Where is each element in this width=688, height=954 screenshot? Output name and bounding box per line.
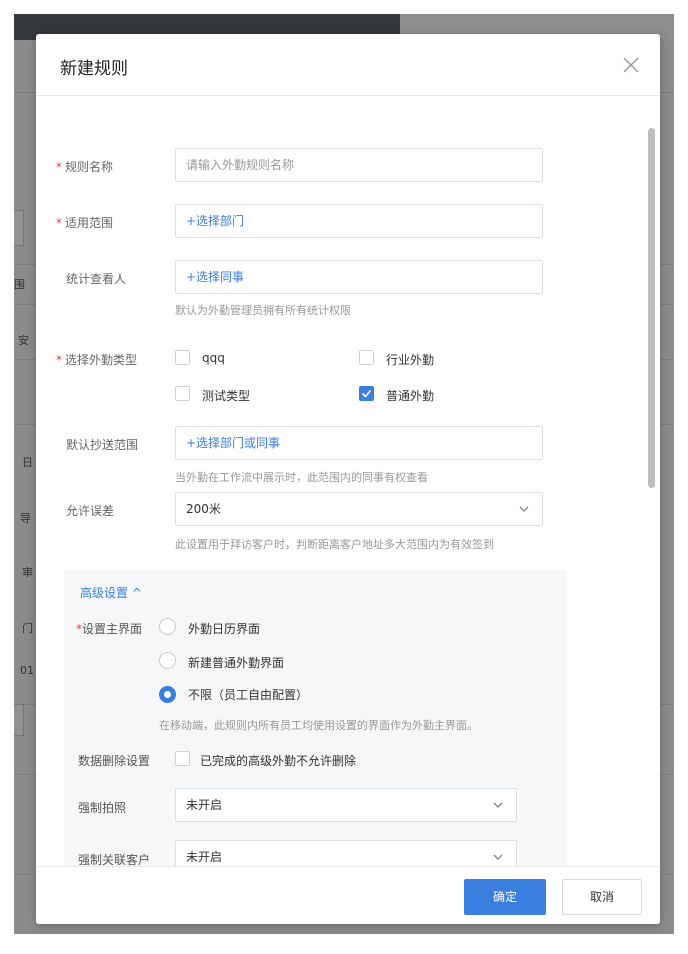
cc-selector[interactable]: +选择部门或同事 xyxy=(175,426,543,460)
tolerance-value: 200米 xyxy=(186,502,221,516)
main-ui-hint: 在移动端，此规则内所有员工均使用设置的界面作为外勤主界面。 xyxy=(159,719,478,732)
customer-select[interactable]: 未开启 xyxy=(175,840,517,866)
dialog-title: 新建规则 xyxy=(60,59,128,79)
type-label-test: 测试类型 xyxy=(202,389,251,403)
main-ui-radio-unlimited[interactable] xyxy=(159,686,176,703)
viewer-label: 统计查看人 xyxy=(66,272,127,286)
main-ui-option-new: 新建普通外勤界面 xyxy=(188,656,285,670)
scrollbar-thumb[interactable] xyxy=(648,128,655,488)
photo-label: 强制拍照 xyxy=(78,801,127,815)
check-icon xyxy=(361,389,372,398)
photo-select[interactable]: 未开启 xyxy=(175,788,517,822)
required-mark: * xyxy=(56,160,62,174)
viewer-selector[interactable]: +选择同事 xyxy=(175,260,543,294)
dialog-footer: 确定 取消 xyxy=(36,866,660,924)
cc-hint: 当外勤在工作流中展示时，此范围内的同事有权查看 xyxy=(175,471,428,484)
type-label-industry: 行业外勤 xyxy=(386,353,435,367)
new-rule-dialog: 新建规则 * 规则名称 请输入外勤规则名称 * 适用范围 +选择部门 统计查看人 +… xyxy=(36,34,660,924)
rule-name-label: * 规则名称 xyxy=(56,160,114,174)
tolerance-label: 允许误差 xyxy=(66,504,115,518)
type-label-normal: 普通外勤 xyxy=(386,389,435,403)
dialog-body: * 规则名称 请输入外勤规则名称 * 适用范围 +选择部门 统计查看人 +选择同事 … xyxy=(36,96,660,866)
dialog-scrollbar[interactable] xyxy=(648,96,658,866)
required-mark: * xyxy=(56,216,62,230)
type-checkbox-normal[interactable] xyxy=(359,386,374,401)
tolerance-hint: 此设置用于拜访客户时，判断距离客户地址多大范围内为有效签到 xyxy=(175,538,494,551)
type-checkbox-test[interactable] xyxy=(175,386,190,401)
cc-label: 默认抄送范围 xyxy=(66,438,139,452)
main-ui-option-calendar: 外勤日历界面 xyxy=(188,622,261,636)
main-ui-radio-calendar[interactable] xyxy=(159,618,176,635)
rule-name-input[interactable]: 请输入外勤规则名称 xyxy=(175,148,543,182)
dialog-header: 新建规则 xyxy=(36,34,660,96)
scope-selector[interactable]: +选择部门 xyxy=(175,204,543,238)
cancel-button[interactable]: 取消 xyxy=(562,879,642,915)
scope-label: * 适用范围 xyxy=(56,216,114,230)
customer-label: 强制关联客户 xyxy=(78,853,151,866)
type-checkbox-industry[interactable] xyxy=(359,350,374,365)
chevron-down-icon xyxy=(493,854,503,860)
customer-value: 未开启 xyxy=(186,850,223,864)
close-icon[interactable] xyxy=(620,54,642,76)
main-ui-label: *设置主界面 xyxy=(76,622,143,636)
delete-setting-label: 数据删除设置 xyxy=(78,754,151,768)
delete-checkbox-label: 已完成的高级外勤不允许删除 xyxy=(200,754,357,768)
main-ui-option-unlimited: 不限（员工自由配置） xyxy=(188,688,309,702)
required-mark: * xyxy=(56,353,62,367)
delete-checkbox[interactable] xyxy=(175,751,190,766)
type-checkbox-qqq[interactable] xyxy=(175,350,190,365)
types-label: * 选择外勤类型 xyxy=(56,353,138,367)
advanced-settings-panel: 高级设置 ^ *设置主界面 外勤日历界面 新建普通外勤界面 不限（员工自由配置）… xyxy=(64,570,566,866)
chevron-down-icon xyxy=(493,802,503,808)
main-ui-radio-new[interactable] xyxy=(159,652,176,669)
viewer-hint: 默认为外勤管理员拥有所有统计权限 xyxy=(175,304,351,317)
advanced-settings-toggle[interactable]: 高级设置 ^ xyxy=(80,584,142,601)
tolerance-select[interactable]: 200米 xyxy=(175,492,543,526)
confirm-button[interactable]: 确定 xyxy=(464,879,546,915)
photo-value: 未开启 xyxy=(186,798,223,812)
chevron-down-icon xyxy=(519,506,529,512)
type-label-qqq: qqq xyxy=(202,351,225,365)
